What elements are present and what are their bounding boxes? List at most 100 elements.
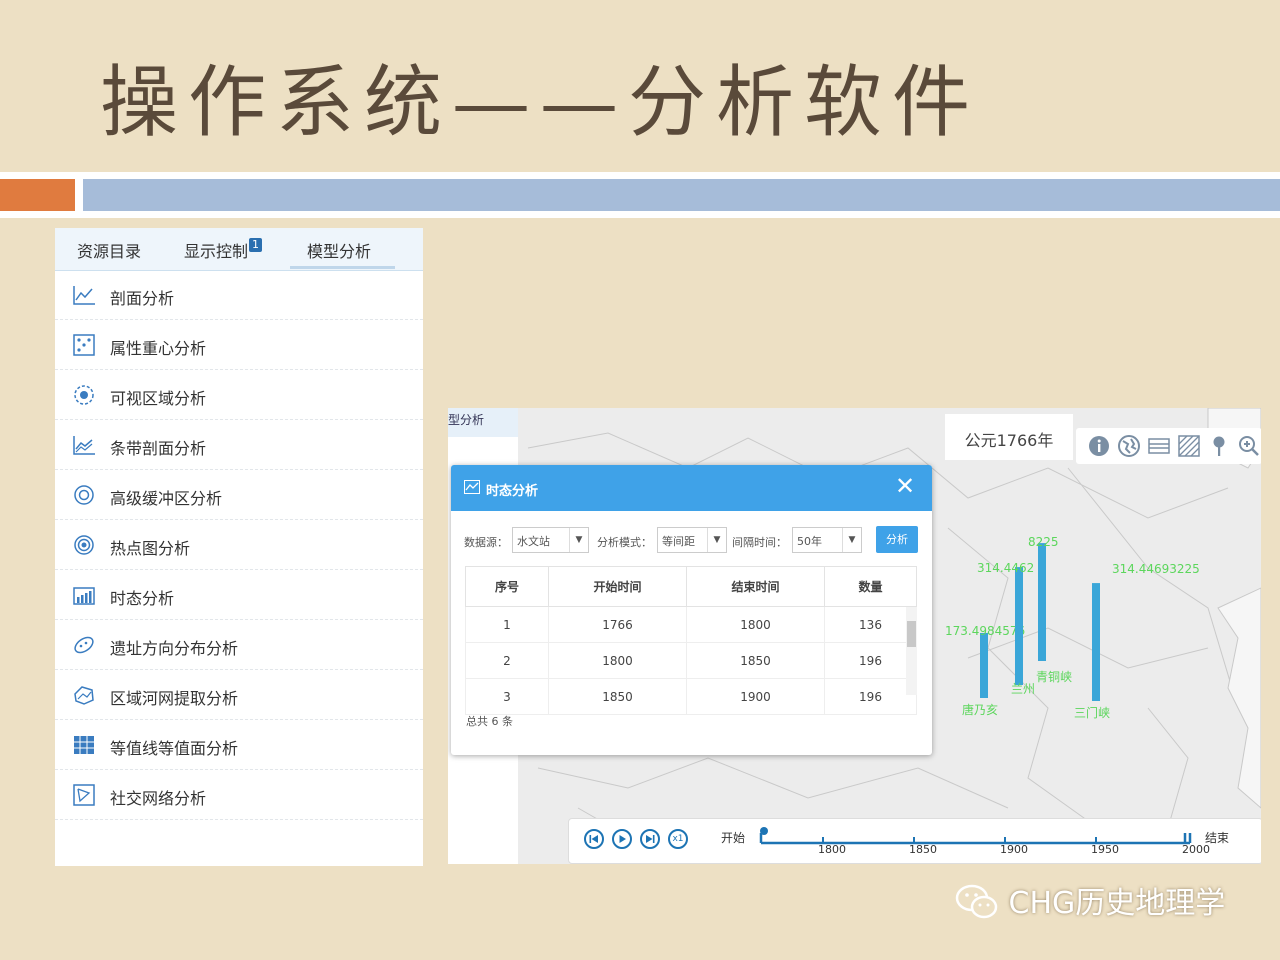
hatch-icon[interactable] xyxy=(1178,435,1200,457)
table-row[interactable]: 2 1800 1850 196 xyxy=(465,642,917,679)
menu-item-viewshed-analysis[interactable]: 可视区域分析 xyxy=(55,370,423,420)
menu-item-profile-analysis[interactable]: 剖面分析 xyxy=(55,270,423,320)
table-header-row: 序号 开始时间 结束时间 数量 xyxy=(465,566,917,607)
bar-value-label: 314.44693225 xyxy=(1112,562,1200,576)
column-header: 结束时间 xyxy=(686,566,825,607)
tab-label: 模型分析 xyxy=(307,242,372,261)
menu-item-label: 属性重心分析 xyxy=(110,339,207,358)
tab-resource-catalog[interactable]: 资源目录 xyxy=(77,238,141,262)
station-label: 兰州 xyxy=(1011,682,1035,696)
menu-item-temporal-analysis[interactable]: 时态分析 xyxy=(55,570,423,620)
layers-icon[interactable] xyxy=(1148,435,1170,457)
select-value: 等间距 xyxy=(662,535,695,548)
skip-back-icon[interactable] xyxy=(584,829,604,849)
map-view[interactable]: 173.4984576 唐乃亥 314.4462 兰州 8225 青铜峡 314.44693… xyxy=(448,408,1261,864)
analysis-panel: 资源目录 显示控制 1 模型分析 剖面分析 属性重心分析 可视区域分析 条带剖面分… xyxy=(55,228,423,866)
chart-icon xyxy=(464,480,480,494)
dialog-title: 时态分析 xyxy=(486,484,539,499)
skip-forward-icon[interactable] xyxy=(640,829,660,849)
timeline-player: x1 开始 结束 1800 1850 1900 1950 2000 xyxy=(568,818,1261,864)
mode-label: 分析模式： xyxy=(597,536,652,549)
analyze-button[interactable]: 分析 xyxy=(876,526,918,553)
column-header: 数量 xyxy=(824,566,917,607)
menu-item-label: 高级缓冲区分析 xyxy=(110,489,223,508)
timeline-start-label: 开始 xyxy=(721,831,746,845)
tab-model-analysis[interactable]: 模型分析 xyxy=(307,238,371,262)
notification-badge: 1 xyxy=(249,238,263,252)
bar-value-label: 314.4462 xyxy=(977,561,1034,575)
menu-item-site-direction-analysis[interactable]: 遗址方向分布分析 xyxy=(55,620,423,670)
temporal-bar[interactable] xyxy=(980,632,988,698)
interval-label: 间隔时间： xyxy=(732,536,787,549)
tick-label: 1900 xyxy=(1000,843,1028,856)
menu-item-hotspot-analysis[interactable]: 热点图分析 xyxy=(55,520,423,570)
mode-select[interactable]: 等间距 ▼ xyxy=(657,527,727,553)
table-row[interactable]: 1 1766 1800 136 xyxy=(465,606,917,643)
map-toolbar xyxy=(1076,428,1261,464)
menu-item-label: 遗址方向分布分析 xyxy=(110,639,239,658)
viewshed-icon xyxy=(74,385,94,405)
tick-label: 1850 xyxy=(909,843,937,856)
pin-icon[interactable] xyxy=(1208,435,1230,457)
speed-button[interactable]: x1 xyxy=(668,829,688,849)
network-icon xyxy=(73,784,95,806)
result-table: 序号 开始时间 结束时间 数量 1 1766 1800 136 2 1800 1… xyxy=(465,566,917,715)
cell-end: 1900 xyxy=(686,678,825,715)
bar-value-label: 173.4984576 xyxy=(945,624,1025,638)
cell-start: 1850 xyxy=(548,678,687,715)
timeline-handle xyxy=(760,827,768,835)
temporal-bar[interactable] xyxy=(1015,567,1023,685)
select-value: 水文站 xyxy=(517,535,550,548)
interval-select[interactable]: 50年 ▼ xyxy=(792,527,862,553)
play-icon[interactable] xyxy=(612,829,632,849)
dialog-header: 时态分析 ✕ xyxy=(451,465,932,511)
active-tab-indicator xyxy=(290,266,395,269)
station-label: 青铜峡 xyxy=(1036,669,1072,684)
station-label: 三门峡 xyxy=(1074,705,1110,720)
menu-item-strip-profile-analysis[interactable]: 条带剖面分析 xyxy=(55,420,423,470)
sidebar-tab-model-analysis[interactable]: 型分析 xyxy=(448,408,518,437)
tick-label: 1950 xyxy=(1091,843,1119,856)
menu-item-label: 剖面分析 xyxy=(110,289,175,308)
menu-item-centroid-analysis[interactable]: 属性重心分析 xyxy=(55,320,423,370)
menu-item-social-network-analysis[interactable]: 社交网络分析 xyxy=(55,770,423,820)
cell-index: 3 xyxy=(465,678,549,715)
temporal-analysis-dialog: 时态分析 ✕ 数据源： 水文站 ▼ 分析模式： 等间距 ▼ 间隔时间： 50年 … xyxy=(451,465,932,755)
globe-icon[interactable] xyxy=(1118,435,1140,457)
temporal-bar[interactable] xyxy=(1092,583,1100,701)
info-icon[interactable] xyxy=(1088,435,1110,457)
cell-start: 1800 xyxy=(548,642,687,679)
menu-item-river-network-analysis[interactable]: 区域河网提取分析 xyxy=(55,670,423,720)
close-icon[interactable]: ✕ xyxy=(895,473,915,499)
menu-item-buffer-analysis[interactable]: 高级缓冲区分析 xyxy=(55,470,423,520)
zoom-in-icon[interactable] xyxy=(1238,435,1260,457)
buffer-ring-icon xyxy=(74,485,94,505)
menu-item-contour-analysis[interactable]: 等值线等值面分析 xyxy=(55,720,423,770)
menu-item-label: 社交网络分析 xyxy=(110,789,207,808)
tab-display-control[interactable]: 显示控制 1 xyxy=(184,238,263,262)
table-row[interactable]: 3 1850 1900 196 xyxy=(465,678,917,715)
cell-start: 1766 xyxy=(548,606,687,643)
cell-end: 1800 xyxy=(686,606,825,643)
column-header: 开始时间 xyxy=(548,566,687,607)
table-scrollbar[interactable] xyxy=(906,607,917,695)
cell-count: 196 xyxy=(824,642,917,679)
chevron-down-icon: ▼ xyxy=(707,528,726,552)
cell-end: 1850 xyxy=(686,642,825,679)
bar-value-label: 8225 xyxy=(1028,535,1059,549)
panel-tabs: 资源目录 显示控制 1 模型分析 xyxy=(55,228,423,271)
area-chart-icon xyxy=(73,436,95,455)
select-value: 50年 xyxy=(797,535,822,548)
datasource-select[interactable]: 水文站 ▼ xyxy=(512,527,589,553)
cell-index: 2 xyxy=(465,642,549,679)
direction-ellipse-icon xyxy=(74,636,94,654)
scrollbar-thumb[interactable] xyxy=(907,621,916,647)
datasource-label: 数据源： xyxy=(464,536,508,549)
watermark-text: CHG历史地理学 xyxy=(1008,886,1226,921)
temporal-bar[interactable] xyxy=(1038,543,1046,661)
menu-item-label: 热点图分析 xyxy=(110,539,191,558)
chevron-down-icon: ▼ xyxy=(569,528,588,552)
tick-label: 2000 xyxy=(1182,843,1210,856)
river-network-icon xyxy=(74,686,94,705)
watermark: CHG历史地理学 xyxy=(955,878,1225,922)
